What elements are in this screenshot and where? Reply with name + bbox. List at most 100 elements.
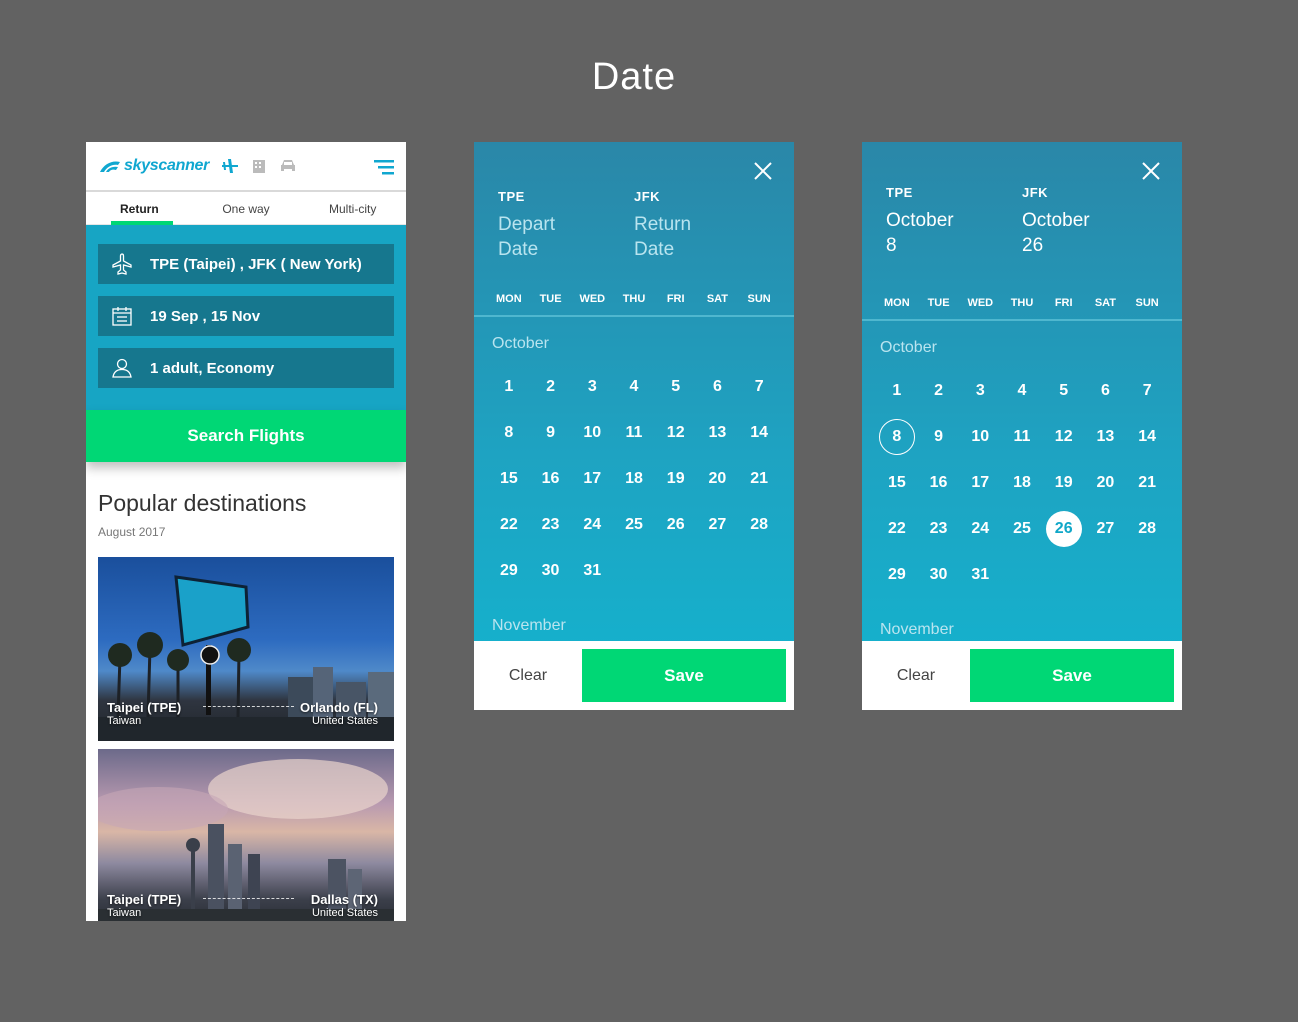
route-field[interactable]: TPE (Taipei) , JFK ( New York) [98, 244, 394, 284]
day-cell[interactable]: 5 [1043, 368, 1085, 414]
day-cell[interactable]: 28 [738, 502, 780, 548]
day-cell[interactable]: 30 [918, 552, 960, 598]
day-cell[interactable]: 31 [571, 548, 613, 594]
dates-field[interactable]: 19 Sep , 15 Nov [98, 296, 394, 336]
depart-month: October [886, 210, 954, 231]
return-month: October [1022, 210, 1090, 231]
day-number: 28 [1138, 520, 1157, 537]
day-cell[interactable]: 15 [488, 456, 530, 502]
day-cell[interactable]: 30 [530, 548, 572, 594]
day-cell[interactable]: 1 [876, 368, 918, 414]
day-cell[interactable]: 10 [959, 414, 1001, 460]
day-cell[interactable]: 20 [1085, 460, 1127, 506]
day-cell[interactable]: 28 [1126, 506, 1168, 552]
day-cell[interactable]: 25 [613, 502, 655, 548]
tab-one-way[interactable]: One way [193, 192, 300, 224]
day-cell[interactable]: 8 [876, 414, 918, 460]
weekday-wed: WED [967, 297, 994, 309]
day-number: 18 [625, 470, 643, 487]
depart-date-selector[interactable]: TPE Depart Date [498, 189, 634, 262]
day-cell[interactable]: 22 [488, 502, 530, 548]
day-cell[interactable]: 14 [738, 410, 780, 456]
day-cell[interactable]: 3 [571, 364, 613, 410]
day-cell[interactable]: 21 [1126, 460, 1168, 506]
tab-return[interactable]: Return [86, 192, 193, 225]
day-number: 23 [929, 520, 948, 537]
day-cell[interactable]: 29 [876, 552, 918, 598]
day-cell[interactable]: 26 [655, 502, 697, 548]
day-cell[interactable]: 24 [959, 506, 1001, 552]
skyscanner-logo[interactable]: skyscanner [98, 157, 209, 175]
day-cell[interactable]: 10 [571, 410, 613, 456]
menu-icon[interactable] [374, 159, 394, 175]
date-picker-empty: TPE Depart Date JFK Return Date MON TUE WE… [474, 142, 794, 710]
day-cell[interactable]: 7 [1126, 368, 1168, 414]
day-number: 31 [971, 566, 990, 583]
day-cell[interactable]: 20 [697, 456, 739, 502]
day-cell[interactable]: 13 [1085, 414, 1127, 460]
day-cell[interactable]: 25 [1001, 506, 1043, 552]
day-cell[interactable]: 19 [655, 456, 697, 502]
from-country: Taiwan [107, 907, 142, 919]
day-cell[interactable]: 6 [697, 364, 739, 410]
day-number: 22 [887, 520, 906, 537]
day-cell[interactable]: 18 [613, 456, 655, 502]
day-number: 13 [708, 424, 727, 441]
return-date-selector[interactable]: JFK Return Date [634, 189, 770, 262]
day-cell[interactable]: 22 [876, 506, 918, 552]
day-cell[interactable]: 29 [488, 548, 530, 594]
day-cell[interactable]: 23 [918, 506, 960, 552]
close-icon[interactable] [1140, 160, 1162, 182]
day-cell[interactable]: 11 [613, 410, 655, 456]
to-city: Orlando (FL) [300, 700, 378, 715]
search-panel: TPE (Taipei) , JFK ( New York) 19 Sep , … [86, 225, 406, 410]
day-cell[interactable]: 4 [613, 364, 655, 410]
save-button[interactable]: Save [582, 649, 786, 702]
day-cell[interactable]: 12 [655, 410, 697, 456]
destination-card-dallas[interactable]: Taipei (TPE) Taiwan Dallas (TX) United S… [98, 749, 394, 921]
flights-icon[interactable] [221, 158, 239, 174]
close-icon[interactable] [752, 160, 774, 182]
search-flights-button[interactable]: Search Flights [86, 410, 406, 462]
day-cell[interactable]: 23 [530, 502, 572, 548]
day-cell[interactable]: 17 [571, 456, 613, 502]
day-cell[interactable]: 1 [488, 364, 530, 410]
clear-button[interactable]: Clear [474, 667, 582, 685]
day-cell[interactable]: 24 [571, 502, 613, 548]
day-cell[interactable]: 2 [530, 364, 572, 410]
day-cell[interactable]: 11 [1001, 414, 1043, 460]
depart-date-selector[interactable]: TPE October 8 [886, 185, 1022, 258]
day-cell[interactable]: 16 [918, 460, 960, 506]
day-cell[interactable]: 17 [959, 460, 1001, 506]
day-cell[interactable]: 8 [488, 410, 530, 456]
save-button[interactable]: Save [970, 649, 1174, 702]
day-cell[interactable]: 7 [738, 364, 780, 410]
day-cell[interactable]: 27 [1085, 506, 1127, 552]
day-cell[interactable]: 3 [959, 368, 1001, 414]
day-cell[interactable]: 18 [1001, 460, 1043, 506]
day-cell[interactable]: 5 [655, 364, 697, 410]
return-date-selector[interactable]: JFK October 26 [1022, 185, 1158, 258]
day-cell[interactable]: 19 [1043, 460, 1085, 506]
day-cell[interactable]: 9 [918, 414, 960, 460]
day-cell[interactable]: 13 [697, 410, 739, 456]
car-hire-icon[interactable] [279, 158, 297, 174]
clear-button[interactable]: Clear [862, 667, 970, 685]
day-cell[interactable]: 31 [959, 552, 1001, 598]
day-cell[interactable]: 16 [530, 456, 572, 502]
day-cell[interactable]: 4 [1001, 368, 1043, 414]
day-cell[interactable]: 26 [1043, 506, 1085, 552]
day-cell[interactable]: 9 [530, 410, 572, 456]
day-cell[interactable]: 12 [1043, 414, 1085, 460]
day-cell[interactable]: 2 [918, 368, 960, 414]
day-cell[interactable]: 21 [738, 456, 780, 502]
day-cell[interactable]: 15 [876, 460, 918, 506]
hotels-icon[interactable] [251, 158, 267, 174]
destination-card-orlando[interactable]: Taipei (TPE) Taiwan Orlando (FL) United … [98, 557, 394, 741]
tab-multi-city[interactable]: Multi-city [299, 192, 406, 224]
day-cell[interactable]: 27 [697, 502, 739, 548]
weekday-wed: WED [579, 293, 606, 305]
day-cell[interactable]: 6 [1085, 368, 1127, 414]
passengers-field[interactable]: 1 adult, Economy [98, 348, 394, 388]
day-cell[interactable]: 14 [1126, 414, 1168, 460]
